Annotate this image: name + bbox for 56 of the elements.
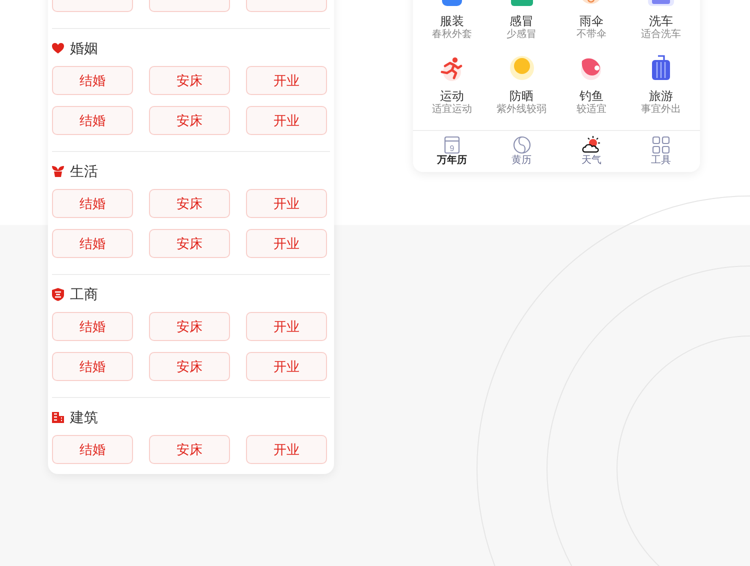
cloud-sun-icon [581,136,602,154]
building-icon [52,412,64,422]
index-description: 春秋外套 [432,28,472,41]
calendar-icon: 9 [444,136,460,154]
index-description: 较适宜 [576,103,606,116]
sun-icon [508,55,535,81]
activity-button[interactable]: 安床 [149,435,230,464]
section-title: 工商 [70,285,98,303]
activity-button[interactable]: 结婚 [52,229,133,258]
activity-button[interactable]: 开业 [246,435,327,464]
activity-button[interactable]: 安床 [149,229,230,258]
activity-button[interactable]: 开业 [246,66,327,95]
tab[interactable]: 天气 [581,135,602,167]
tab[interactable]: 工具 [651,135,672,167]
activity-button[interactable]: 开业 [246,229,327,258]
index-title: 雨伞 [579,14,604,28]
index-description: 紫外线较弱 [496,103,547,116]
activity-button[interactable]: 安床 [149,66,230,95]
index-title: 防晒 [510,89,534,103]
activity-button[interactable]: 开业 [246,189,327,218]
index-title: 洗车 [649,14,674,28]
activity-button[interactable]: 结婚 [52,106,133,135]
index-title: 运动 [440,89,464,103]
index-title: 感冒 [510,14,534,28]
activity-button[interactable]: 开业 [246,312,327,341]
index-title: 服装 [440,14,464,28]
activity-button[interactable]: 结婚 [52,435,133,464]
index-description: 少感冒 [506,28,537,41]
tab[interactable]: 黄历 [512,135,532,167]
activity-button[interactable]: 安床 [149,106,230,135]
index-description: 事宜外出 [641,103,682,116]
activity-button[interactable]: 结婚 [52,66,133,95]
index-title: 旅游 [649,89,674,103]
potted-plant-icon [52,165,64,177]
yin-yang-icon [512,136,531,154]
shield-icon [52,288,64,300]
grid-icon [652,136,670,154]
activity-button[interactable]: 结婚 [52,352,133,381]
section-title: 生活 [70,162,98,180]
activity-button[interactable]: 开业 [246,106,327,135]
activity-button[interactable]: 结婚 [52,189,133,218]
activity-button[interactable]: 安床 [149,312,230,341]
activity-button[interactable]: 安床 [149,352,230,381]
tab[interactable]: 9 万年历 [436,135,467,167]
index-description: 适合洗车 [641,28,682,41]
section-title: 婚姻 [70,39,98,57]
activity-button[interactable]: 结婚 [52,312,133,341]
activity-button[interactable]: 安床 [149,189,230,218]
suitcase-icon [650,55,672,81]
index-description: 不带伞 [576,28,606,41]
activity-button[interactable]: 开业 [246,352,327,381]
index-description: 适宜运动 [432,103,472,116]
index-title: 钓鱼 [579,89,604,103]
section-title: 建筑 [70,408,98,426]
running-person-icon [438,57,465,81]
heart-icon [52,42,64,54]
